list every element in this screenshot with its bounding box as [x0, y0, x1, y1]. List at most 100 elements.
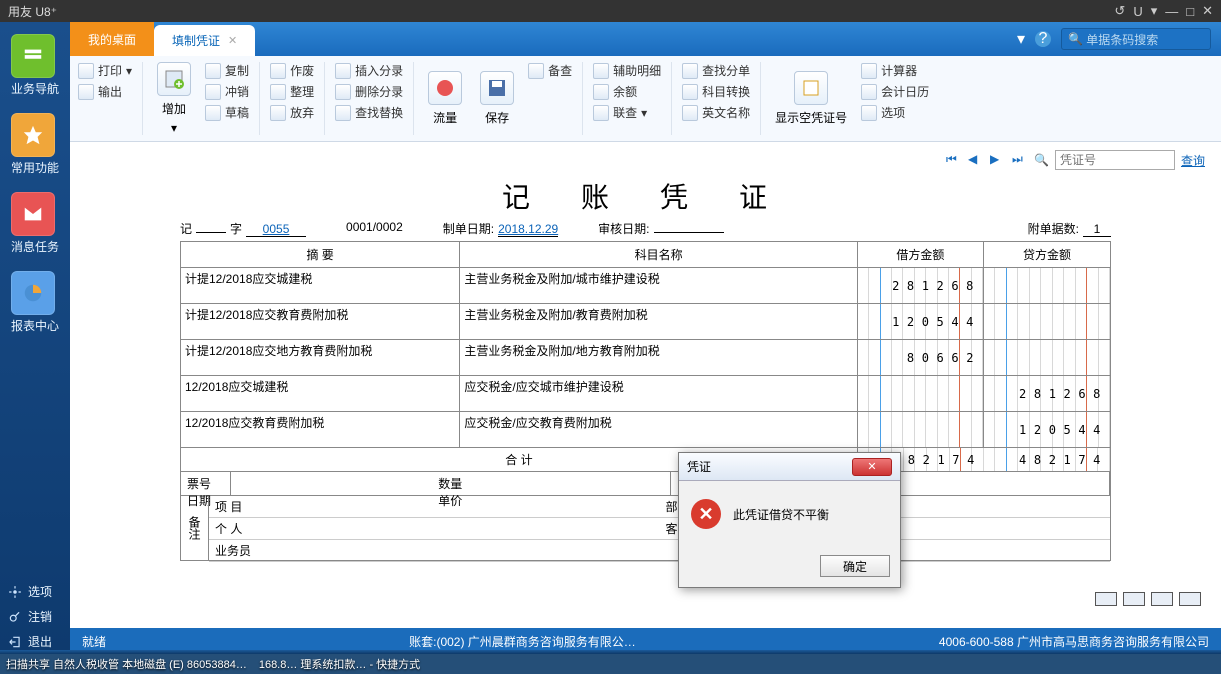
- ribbon-save[interactable]: 保存: [476, 62, 518, 135]
- ribbon-balance[interactable]: 余额: [593, 83, 661, 100]
- tab-close-icon[interactable]: ✕: [228, 34, 237, 47]
- barcode-search[interactable]: 🔍 单据条码搜索: [1061, 28, 1211, 50]
- status-ready: 就绪: [82, 633, 106, 650]
- ribbon-options[interactable]: 选项: [861, 104, 929, 121]
- en-icon: [682, 105, 698, 121]
- ribbon-flow[interactable]: 流量: [424, 62, 466, 135]
- maximize-icon[interactable]: □: [1186, 4, 1194, 19]
- sidebar-item-biznav[interactable]: 业务导航: [11, 30, 59, 97]
- ribbon-calendar[interactable]: 会计日历: [861, 83, 929, 100]
- table-row[interactable]: 12/2018应交教育费附加税应交税金/应交教育费附加税120544: [181, 412, 1110, 448]
- emptyno-icon: [794, 71, 828, 105]
- ribbon-delete-entry[interactable]: 删除分录: [335, 83, 403, 100]
- make-date[interactable]: 2018.12.29: [498, 222, 558, 237]
- flow-icon: [428, 71, 462, 105]
- nav-last-icon[interactable]: ⏭: [1012, 152, 1028, 168]
- ribbon-find-sheet[interactable]: 查找分单: [682, 62, 750, 79]
- dialog-ok-button[interactable]: 确定: [820, 555, 890, 577]
- help-icon[interactable]: ?: [1035, 31, 1051, 47]
- ribbon-reverse[interactable]: 冲销: [205, 83, 249, 100]
- col-debit: 借方金额: [858, 242, 984, 267]
- sidebar-item-messages[interactable]: 消息任务: [11, 188, 59, 255]
- status-tiny4[interactable]: [1179, 592, 1201, 606]
- col-account: 科目名称: [460, 242, 858, 267]
- ribbon-calculator[interactable]: 计算器: [861, 62, 929, 79]
- ribbon-export[interactable]: 输出: [78, 83, 132, 100]
- add-icon: [157, 62, 191, 96]
- error-icon: ✕: [691, 499, 721, 529]
- ribbon-insert-entry[interactable]: 插入分录: [335, 62, 403, 79]
- table-row[interactable]: 计提12/2018应交城建税主营业务税金及附加/城市维护建设税281268: [181, 268, 1110, 304]
- undo-icon[interactable]: ↺: [1114, 3, 1125, 19]
- query-link[interactable]: 查询: [1181, 152, 1205, 169]
- table-row[interactable]: 计提12/2018应交教育费附加税主营业务税金及附加/教育费附加税120544: [181, 304, 1110, 340]
- app-title: 用友 U8⁺: [8, 3, 57, 20]
- audit-date: [654, 232, 724, 233]
- find-icon: [335, 105, 351, 121]
- ribbon-discard[interactable]: 放弃: [270, 104, 314, 121]
- ribbon-print[interactable]: 打印 ▾: [78, 62, 132, 79]
- remark-label: 备注: [181, 496, 209, 560]
- reverse-icon: [205, 84, 221, 100]
- sidebar-item-common[interactable]: 常用功能: [11, 109, 59, 176]
- ribbon-draft[interactable]: 草稿: [205, 104, 249, 121]
- tab-home[interactable]: 我的桌面: [70, 22, 154, 56]
- field-person[interactable]: 个 人: [209, 518, 660, 539]
- ribbon-find-replace[interactable]: 查找替换: [335, 104, 403, 121]
- title-bar: 用友 U8⁺ ↺ U ▾ — □ ✕: [0, 0, 1221, 22]
- tab-voucher[interactable]: 填制凭证✕: [154, 25, 255, 56]
- ribbon-void[interactable]: 作废: [270, 62, 314, 79]
- void-icon: [270, 63, 286, 79]
- ribbon-aux-detail[interactable]: 辅助明细: [593, 62, 661, 79]
- col-credit: 贷方金额: [984, 242, 1110, 267]
- ribbon-memo[interactable]: 备查: [528, 62, 572, 79]
- dialog-close-icon[interactable]: ✕: [852, 458, 892, 476]
- status-tiny1[interactable]: [1095, 592, 1117, 606]
- ribbon-add[interactable]: 增加 ▾: [153, 62, 195, 135]
- voucher-no-input[interactable]: [1055, 150, 1175, 170]
- status-book: 账套:(002) 广州晨群商务咨询服务有限公…: [409, 633, 636, 650]
- opt-icon: [861, 105, 877, 121]
- ribbon-organize[interactable]: 整理: [270, 83, 314, 100]
- convert-icon: [682, 84, 698, 100]
- status-tiny2[interactable]: [1123, 592, 1145, 606]
- left-sidebar: 业务导航 常用功能 消息任务 报表中心 选项 注销 退出: [0, 22, 70, 654]
- voucher-title: 记 账 凭 证: [70, 176, 1221, 216]
- field-salesperson[interactable]: 业务员: [209, 540, 660, 561]
- status-tiny3[interactable]: [1151, 592, 1173, 606]
- balance-icon: [593, 84, 609, 100]
- copy-icon: [205, 63, 221, 79]
- voucher-no[interactable]: 0055: [246, 222, 306, 237]
- nav-next-icon[interactable]: ▶: [990, 152, 1006, 168]
- ribbon-copy[interactable]: 复制: [205, 62, 249, 79]
- table-row[interactable]: 计提12/2018应交地方教育费附加税主营业务税金及附加/地方教育附加税8066…: [181, 340, 1110, 376]
- u-icon[interactable]: U: [1133, 4, 1142, 19]
- ribbon-english-name[interactable]: 英文名称: [682, 104, 750, 121]
- attach-count[interactable]: 1: [1083, 222, 1111, 237]
- table-row[interactable]: 12/2018应交城建税应交税金/应交城市维护建设税281268: [181, 376, 1110, 412]
- field-project[interactable]: 项 目: [209, 496, 660, 517]
- dialog-title: 凭证: [687, 458, 711, 475]
- minimize-icon[interactable]: —: [1165, 4, 1178, 19]
- ribbon-convert[interactable]: 科目转换: [682, 83, 750, 100]
- nav-first-icon[interactable]: ⏮: [946, 152, 962, 168]
- sum-credit: 482174: [984, 448, 1110, 471]
- os-taskbar: 扫描共享 自然人税收管 本地磁盘 (E) 86053884… 168.8… 理系…: [0, 654, 1221, 674]
- sidebar-item-reports[interactable]: 报表中心: [11, 267, 59, 334]
- header-drop-icon[interactable]: ▾: [1017, 29, 1025, 49]
- insert-icon: [335, 63, 351, 79]
- organize-icon: [270, 84, 286, 100]
- delete-icon: [335, 84, 351, 100]
- voucher-table: 摘 要 科目名称 借方金额 贷方金额 计提12/2018应交城建税主营业务税金及…: [180, 241, 1111, 561]
- nav-prev-icon[interactable]: ◀: [968, 152, 984, 168]
- save-icon: [480, 71, 514, 105]
- drop-icon[interactable]: ▾: [1151, 3, 1158, 19]
- ribbon-joint-query[interactable]: 联查 ▾: [593, 104, 661, 121]
- sidebar-logout[interactable]: 注销: [0, 604, 70, 629]
- close-icon[interactable]: ✕: [1202, 3, 1213, 19]
- query-icon: [593, 105, 609, 121]
- ribbon-show-empty-no[interactable]: 显示空凭证号: [771, 62, 851, 135]
- calc-icon: [861, 63, 877, 79]
- search-icon: 🔍: [1068, 32, 1083, 46]
- sidebar-options[interactable]: 选项: [0, 579, 70, 604]
